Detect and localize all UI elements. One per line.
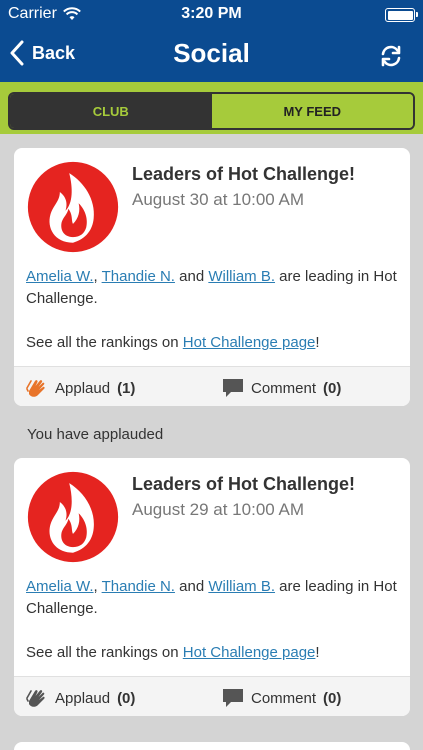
applauded-note: You have applauded (27, 426, 164, 443)
leader-link[interactable]: William B. (208, 578, 275, 595)
navigation-bar: Back Social (0, 30, 423, 82)
feed-post-card: Leaders of Hot Challenge! August 30 at 1… (14, 148, 410, 406)
leader-link[interactable]: Thandie N. (102, 268, 175, 285)
status-time: 3:20 PM (181, 5, 242, 22)
post-actions: Applaud (1) Comment (0) (14, 366, 410, 406)
comment-icon (223, 689, 243, 707)
battery-icon (385, 8, 418, 22)
comment-count: (0) (323, 689, 342, 707)
feed-post-card: Leaders of Hot Challenge! August 29 at 1… (14, 458, 410, 716)
refresh-icon[interactable] (379, 44, 403, 68)
post-date: August 30 at 10:00 AM (132, 190, 305, 209)
rankings-prefix: See all the rankings on (26, 644, 183, 661)
applaud-label: Applaud (55, 689, 111, 707)
applaud-icon (26, 690, 45, 707)
leader-link[interactable]: Amelia W. (26, 268, 94, 285)
comment-button[interactable]: Comment (0) (222, 687, 341, 709)
tab-bar: CLUB MY FEED (0, 82, 423, 134)
next-post-card (14, 742, 410, 750)
and-text: and (174, 268, 209, 285)
applaud-label: Applaud (55, 379, 111, 397)
post-body: Amelia W., Thandie N. and William B. are… (14, 560, 410, 676)
post-header: Leaders of Hot Challenge! August 29 at 1… (14, 458, 410, 563)
post-actions: Applaud (0) Comment (0) (14, 676, 410, 716)
post-title: Leaders of Hot Challenge! (132, 164, 356, 184)
page-title: Social (173, 38, 250, 68)
leaders-text: Amelia W., Thandie N. and William B. are… (26, 266, 398, 310)
challenge-page-link[interactable]: Hot Challenge page (183, 644, 316, 661)
post-date: August 29 at 10:00 AM (132, 500, 305, 519)
separator-text: , (93, 578, 102, 595)
leader-link[interactable]: Thandie N. (102, 578, 175, 595)
applaud-count: (1) (117, 379, 136, 397)
comment-count: (0) (323, 379, 342, 397)
post-body: Amelia W., Thandie N. and William B. are… (14, 250, 410, 366)
comment-label: Comment (251, 689, 317, 707)
feed-list[interactable]: Leaders of Hot Challenge! August 30 at 1… (0, 134, 423, 750)
challenge-page-link[interactable]: Hot Challenge page (183, 334, 316, 351)
leader-link[interactable]: Amelia W. (26, 578, 94, 595)
rankings-suffix: ! (315, 334, 320, 351)
comment-button[interactable]: Comment (0) (222, 377, 341, 399)
tab-my-feed[interactable]: MY FEED (211, 94, 413, 128)
separator-text: , (93, 268, 102, 285)
flame-icon (27, 161, 119, 253)
status-bar: Carrier 3:20 PM (0, 0, 423, 30)
rankings-suffix: ! (315, 644, 320, 661)
applaud-icon (26, 380, 45, 397)
applaud-button[interactable]: Applaud (1) (26, 377, 135, 399)
rankings-text: See all the rankings on Hot Challenge pa… (26, 642, 398, 664)
rankings-text: See all the rankings on Hot Challenge pa… (26, 332, 398, 354)
post-title: Leaders of Hot Challenge! (132, 474, 356, 494)
applaud-button[interactable]: Applaud (0) (26, 687, 135, 709)
leader-link[interactable]: William B. (208, 268, 275, 285)
post-header: Leaders of Hot Challenge! August 30 at 1… (14, 148, 410, 253)
comment-icon (223, 379, 243, 397)
flame-icon (27, 471, 119, 563)
and-text: and (174, 578, 209, 595)
tab-club[interactable]: CLUB (10, 94, 212, 128)
segmented-control: CLUB MY FEED (8, 92, 415, 130)
leaders-text: Amelia W., Thandie N. and William B. are… (26, 576, 398, 620)
applaud-count: (0) (117, 689, 136, 707)
rankings-prefix: See all the rankings on (26, 334, 183, 351)
comment-label: Comment (251, 379, 317, 397)
